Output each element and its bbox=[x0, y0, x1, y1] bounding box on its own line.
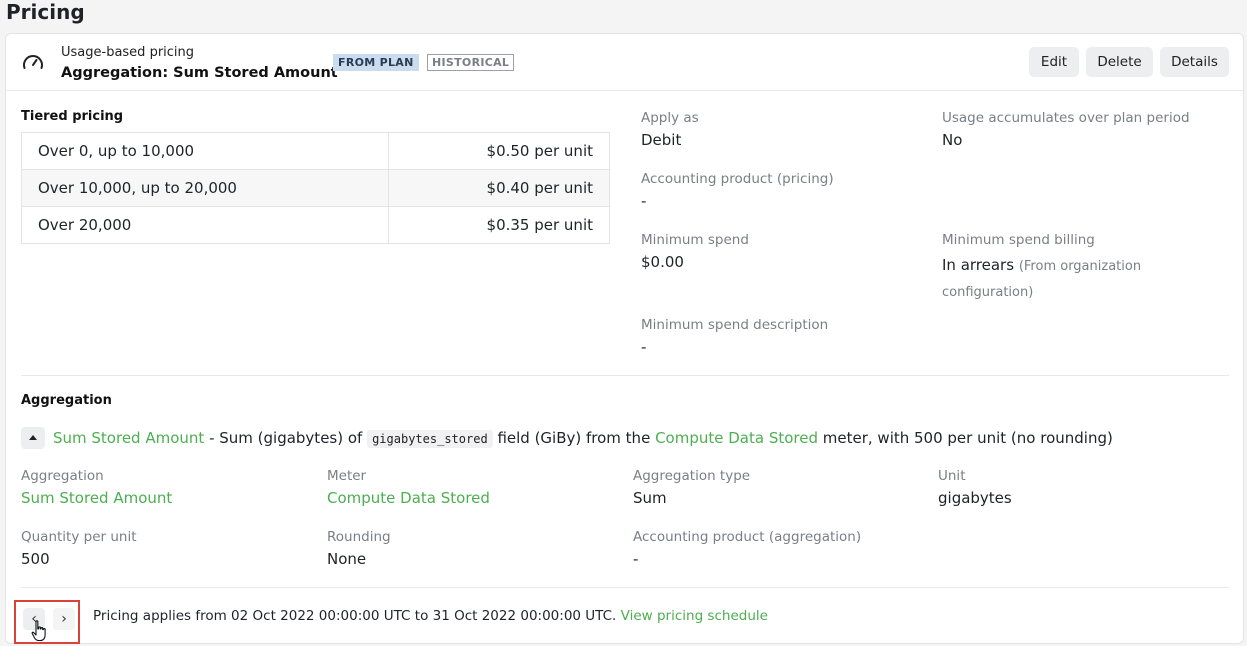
caret-up-icon bbox=[29, 435, 37, 440]
tiered-pricing-title: Tiered pricing bbox=[21, 109, 124, 124]
min-spend-label: Minimum spend bbox=[641, 232, 749, 248]
aggregation-link[interactable]: Sum Stored Amount bbox=[53, 429, 204, 447]
summary-text: meter, with 500 per unit (no rounding) bbox=[818, 429, 1113, 447]
min-spend-desc-label: Minimum spend description bbox=[641, 317, 829, 333]
collapse-button[interactable] bbox=[21, 427, 45, 449]
accumulates-label: Usage accumulates over plan period bbox=[942, 110, 1190, 126]
accounting-pricing-label: Accounting product (pricing) bbox=[641, 171, 834, 187]
min-spend-desc-value: - bbox=[641, 338, 647, 356]
unit-label: Unit bbox=[938, 468, 966, 484]
accumulates-value: No bbox=[942, 131, 963, 149]
tier-range: Over 10,000, up to 20,000 bbox=[21, 169, 389, 207]
page-title: Pricing bbox=[6, 0, 85, 24]
gauge-icon bbox=[23, 55, 43, 69]
accounting-pricing-value: - bbox=[641, 192, 647, 210]
qty-value: 500 bbox=[21, 550, 50, 568]
aggregation-label: Aggregation bbox=[21, 468, 104, 484]
tier-range: Over 0, up to 10,000 bbox=[21, 132, 389, 170]
view-schedule-link[interactable]: View pricing schedule bbox=[621, 608, 768, 624]
min-spend-billing-value: In arrears (From organization configurat… bbox=[942, 253, 1192, 305]
table-row: Over 10,000, up to 20,000 $0.40 per unit bbox=[21, 169, 610, 207]
summary-text: - Sum (gigabytes) of bbox=[204, 429, 368, 447]
pricing-header: Usage-based pricing Aggregation: Sum Sto… bbox=[6, 34, 1243, 91]
unit-value: gigabytes bbox=[938, 489, 1012, 507]
tier-price: $0.50 per unit bbox=[388, 132, 610, 170]
summary-text: field (GiBy) from the bbox=[492, 429, 656, 447]
tiered-pricing-table: Over 0, up to 10,000 $0.50 per unit Over… bbox=[21, 132, 610, 244]
qty-label: Quantity per unit bbox=[21, 529, 137, 545]
aggregation-type-value: Sum bbox=[633, 489, 667, 507]
divider bbox=[21, 375, 1229, 376]
hand-pointer-icon bbox=[31, 620, 46, 642]
apply-as-label: Apply as bbox=[641, 110, 699, 126]
accounting-agg-label: Accounting product (aggregation) bbox=[633, 529, 862, 545]
apply-as-value: Debit bbox=[641, 131, 682, 149]
aggregation-type-label: Aggregation type bbox=[633, 468, 751, 484]
delete-button[interactable]: Delete bbox=[1086, 47, 1153, 77]
tier-price: $0.35 per unit bbox=[388, 206, 610, 244]
pricing-name: Aggregation: Sum Stored Amount bbox=[61, 65, 338, 81]
min-spend-billing-label: Minimum spend billing bbox=[942, 232, 1095, 248]
next-period-button[interactable]: › bbox=[53, 608, 75, 630]
pricing-kind: Usage-based pricing bbox=[61, 45, 195, 60]
table-row: Over 20,000 $0.35 per unit bbox=[21, 206, 610, 244]
min-spend-billing-text: In arrears bbox=[942, 256, 1015, 274]
tier-price: $0.40 per unit bbox=[388, 169, 610, 207]
pricing-period-text: Pricing applies from 02 Oct 2022 00:00:0… bbox=[93, 608, 617, 624]
field-code: gigabytes_stored bbox=[367, 430, 493, 448]
meter-value-link[interactable]: Compute Data Stored bbox=[327, 489, 490, 507]
pricing-card: Usage-based pricing Aggregation: Sum Sto… bbox=[5, 33, 1244, 644]
tier-range: Over 20,000 bbox=[21, 206, 389, 244]
aggregation-title: Aggregation bbox=[21, 393, 112, 408]
meter-link[interactable]: Compute Data Stored bbox=[655, 429, 818, 447]
table-row: Over 0, up to 10,000 $0.50 per unit bbox=[21, 132, 610, 170]
min-spend-value: $0.00 bbox=[641, 253, 684, 271]
aggregation-value-link[interactable]: Sum Stored Amount bbox=[21, 489, 172, 507]
details-button[interactable]: Details bbox=[1160, 47, 1229, 77]
rounding-value: None bbox=[327, 550, 367, 568]
meter-label: Meter bbox=[327, 468, 367, 484]
divider bbox=[21, 587, 1229, 588]
pricing-period: Pricing applies from 02 Oct 2022 00:00:0… bbox=[93, 608, 768, 624]
rounding-label: Rounding bbox=[327, 529, 391, 545]
from-plan-badge: FROM PLAN bbox=[333, 54, 419, 71]
accounting-agg-value: - bbox=[633, 550, 639, 568]
edit-button[interactable]: Edit bbox=[1029, 47, 1079, 77]
aggregation-summary: Sum Stored Amount - Sum (gigabytes) of g… bbox=[53, 429, 1113, 448]
historical-badge: HISTORICAL bbox=[427, 54, 515, 71]
